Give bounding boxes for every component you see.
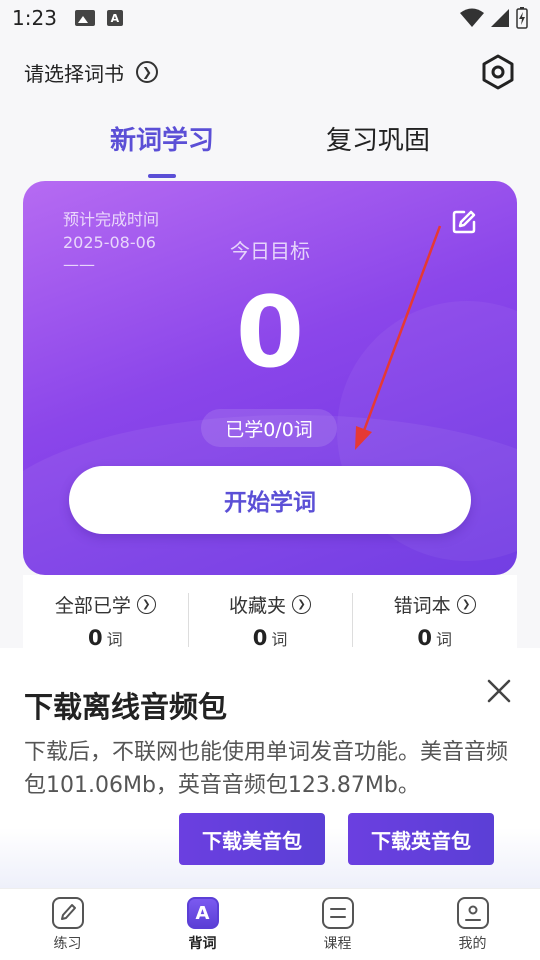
- study-tabs: 新词学习 复习巩固: [0, 112, 540, 172]
- nav-item-words[interactable]: A 背词: [135, 889, 270, 960]
- stat-label: 错词本: [393, 595, 451, 617]
- tab-new-words[interactable]: 新词学习: [110, 112, 214, 172]
- bottom-nav: 练习 A 背词 课程 我的: [0, 888, 540, 960]
- settings-hexagon-icon: [482, 54, 514, 90]
- status-right: [460, 7, 528, 29]
- daily-goal-card: 预计完成时间 2025-08-06 —— 今日目标 0 已学0/0词 开始学词: [23, 181, 517, 575]
- stat-favorites[interactable]: 收藏夹 ❯ 0词: [187, 575, 353, 655]
- dialog-close-button[interactable]: [486, 678, 512, 704]
- edit-icon: [452, 210, 476, 234]
- select-book-label: 请选择词书: [24, 61, 124, 86]
- stat-value-wrap: 0词: [253, 626, 288, 650]
- nav-label: 课程: [323, 936, 352, 952]
- select-book-button[interactable]: 请选择词书 ❯: [24, 58, 158, 87]
- wifi-icon: [460, 8, 484, 27]
- chevron-right-circle-icon: ❯: [456, 595, 476, 614]
- stat-unit: 词: [271, 630, 288, 649]
- download-uk-audio-button[interactable]: 下载英音包: [348, 813, 494, 865]
- stat-label-wrap: 收藏夹 ❯: [229, 591, 312, 618]
- pen-icon: [51, 897, 84, 929]
- signal-icon: [491, 9, 509, 27]
- chevron-right-circle-icon: ❯: [136, 595, 156, 614]
- chevron-right-circle-icon: ❯: [136, 61, 158, 83]
- stat-label: 收藏夹: [229, 595, 287, 617]
- dialog-description: 下载后，不联网也能使用单词发音功能。美音音频包101.06Mb，英音音频包123…: [24, 740, 509, 798]
- status-time: 1:23: [12, 6, 57, 30]
- top-bar: 请选择词书 ❯: [0, 44, 540, 100]
- letter-a-icon: A: [186, 897, 219, 929]
- stat-label-wrap: 全部已学 ❯: [55, 591, 156, 618]
- learned-count-badge: 已学0/0词: [201, 409, 337, 447]
- stat-value-wrap: 0词: [88, 626, 123, 650]
- battery-icon: [516, 7, 528, 29]
- stat-unit: 词: [435, 630, 452, 649]
- stat-unit: 词: [106, 630, 123, 649]
- book-icon: [321, 897, 354, 929]
- nav-item-courses[interactable]: 课程: [270, 889, 405, 960]
- tab-review[interactable]: 复习巩固: [326, 112, 430, 172]
- finish-time-label: 预计完成时间: [63, 210, 160, 229]
- stat-value: 0: [88, 626, 103, 650]
- stat-value-wrap: 0词: [417, 626, 452, 650]
- nav-label: 练习: [53, 936, 82, 952]
- nav-label: 背词: [188, 936, 217, 952]
- download-audio-dialog: 下载离线音频包 下载后，不联网也能使用单词发音功能。美音音频包101.06Mb，…: [0, 648, 540, 888]
- app-notification-icon: A: [106, 10, 123, 26]
- stat-label-wrap: 错词本 ❯: [394, 591, 476, 618]
- start-learning-button[interactable]: 开始学词: [69, 466, 471, 534]
- chevron-right-circle-icon: ❯: [292, 595, 312, 614]
- image-notification-icon: [74, 10, 95, 26]
- download-us-audio-button[interactable]: 下载美音包: [179, 813, 325, 865]
- stat-all-learned[interactable]: 全部已学 ❯ 0词: [23, 575, 188, 655]
- nav-item-practice[interactable]: 练习: [0, 889, 135, 960]
- stat-label: 全部已学: [54, 595, 131, 617]
- nav-item-profile[interactable]: 我的: [405, 889, 540, 960]
- settings-button[interactable]: [480, 54, 516, 90]
- edit-goal-button[interactable]: [451, 209, 477, 235]
- nav-label: 我的: [458, 936, 487, 952]
- dialog-title: 下载离线音频包: [24, 690, 228, 724]
- stats-row: 全部已学 ❯ 0词 收藏夹 ❯ 0词 错词本 ❯ 0词: [23, 575, 517, 655]
- profile-icon: [456, 897, 489, 929]
- today-goal-label: 今日目标: [230, 239, 310, 263]
- today-goal-value: 0: [235, 276, 305, 390]
- stat-value: 0: [252, 626, 268, 650]
- close-icon: [487, 679, 511, 703]
- stat-value: 0: [417, 626, 432, 650]
- status-bar: 1:23 A: [0, 0, 540, 36]
- stat-wrong-words[interactable]: 错词本 ❯ 0词: [352, 575, 517, 655]
